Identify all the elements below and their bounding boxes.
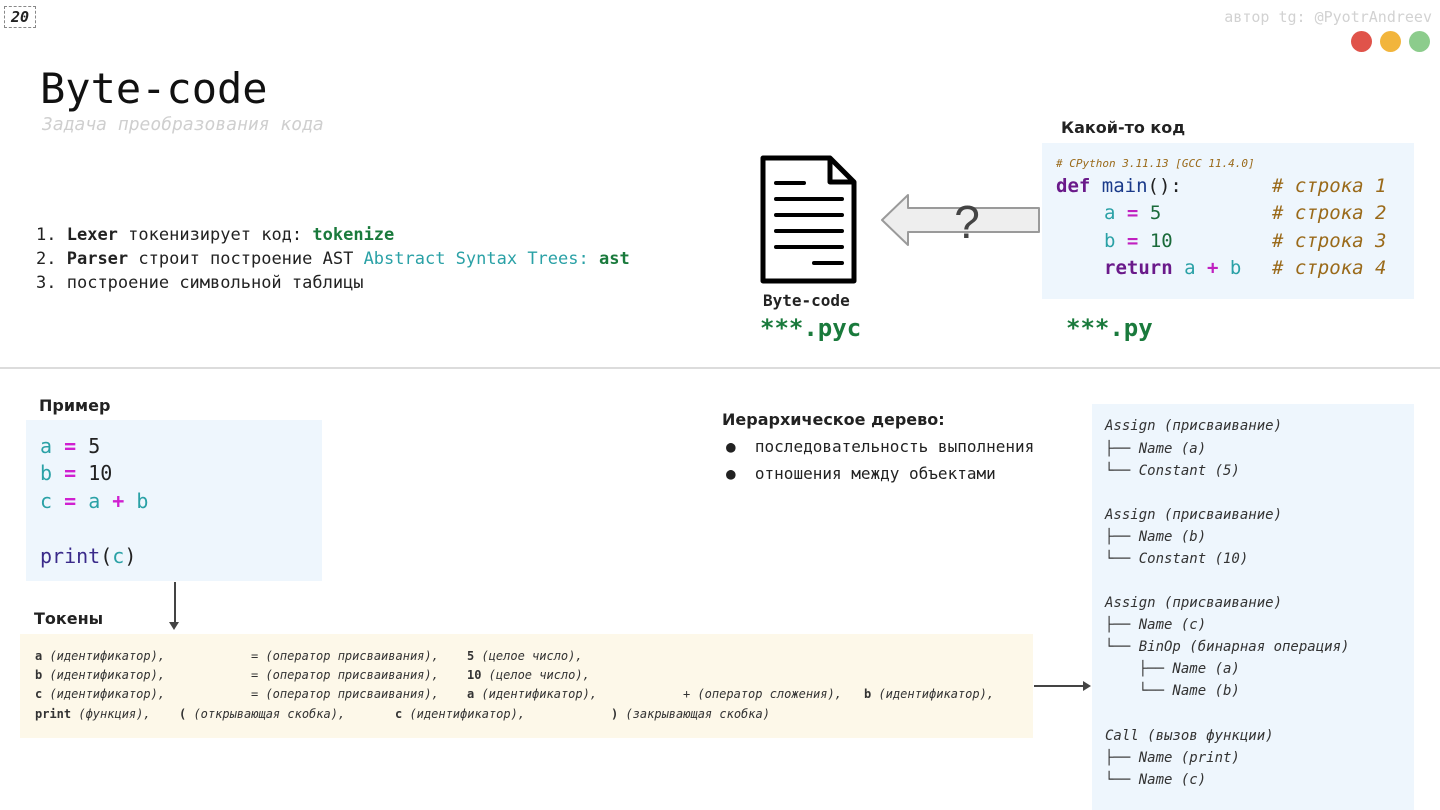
tokens-header: Токены (34, 609, 104, 628)
example-header: Пример (39, 396, 111, 415)
token-item: c (идентификатор), (395, 707, 526, 721)
token-item: ) (закрывающая скобка) (611, 707, 770, 721)
py-extension: ***.py (1066, 314, 1153, 342)
code-line: return a + b (1104, 257, 1242, 279)
hierarchy-header: Иерархическое дерево: (722, 410, 945, 429)
tree-node: Assign (присваивание) (1105, 507, 1283, 523)
tree-node: └── BinOp (бинарная операция) (1105, 639, 1350, 655)
tree-node: ├── Name (b) (1105, 529, 1207, 545)
code-comment: # строка 2 (1272, 202, 1387, 224)
question-mark: ? (954, 196, 980, 248)
step-item: 2. Parser строит построение AST Abstract… (36, 249, 630, 269)
hierarchy-item: ● отношения между объектами (726, 464, 996, 483)
example-line: print(c) (40, 544, 137, 568)
tree-node: ├── Name (a) (1105, 441, 1207, 457)
page-number: 20 (4, 6, 37, 28)
author-credit: автор tg: @PyotrAndreev (1224, 8, 1432, 26)
code-comment: # строка 4 (1272, 257, 1387, 279)
tree-node: Assign (присваивание) (1105, 595, 1283, 611)
code-header: Какой-то код (1061, 118, 1186, 137)
code-comment: # строка 1 (1272, 175, 1387, 197)
token-item: a (идентификатор), (35, 649, 166, 663)
tree-node: ├── Name (print) (1105, 750, 1240, 766)
tree-node: └── Name (c) (1105, 772, 1207, 788)
example-line: c = a + b (40, 489, 149, 513)
document-icon (760, 155, 857, 284)
tree-node: ├── Name (a) (1105, 661, 1240, 677)
code-version: # CPython 3.11.13 [GCC 11.4.0] (1056, 157, 1255, 170)
tree-node: Call (вызов функции) (1105, 728, 1274, 744)
steps-list: 1. Lexer токенизирует код: tokenize 2. P… (36, 223, 630, 295)
tree-node: └── Constant (10) (1105, 551, 1249, 567)
code-line: def main(): (1056, 175, 1182, 197)
hierarchy-item: ● последовательность выполнения (726, 437, 1035, 456)
token-item: print (функция), (35, 707, 151, 721)
green-dot (1409, 31, 1430, 52)
section-divider (0, 367, 1440, 369)
token-item: = (оператор присваивания), (251, 687, 439, 701)
tree-node: └── Constant (5) (1105, 463, 1240, 479)
pyc-extension: ***.pyc (760, 314, 862, 342)
ast-link[interactable]: Abstract Syntax Trees (364, 249, 579, 269)
code-line: a = 5 (1104, 202, 1162, 224)
code-comment: # строка 3 (1272, 230, 1387, 252)
down-arrow-head (169, 622, 179, 630)
right-arrow-head (1083, 681, 1091, 691)
tree-node: └── Name (b) (1105, 683, 1240, 699)
page-subtitle: Задача преобразования кода (42, 114, 324, 135)
example-line: a = 5 (40, 434, 101, 458)
token-item: = (оператор присваивания), (251, 649, 439, 663)
token-item: b (идентификатор), (864, 687, 995, 701)
step-item: 3. построение символьной таблицы (36, 273, 364, 293)
token-item: ( (открывающая скобка), (179, 707, 346, 721)
token-item: = (оператор присваивания), (251, 668, 439, 682)
window-dots (1351, 31, 1430, 52)
down-arrow-line (174, 582, 176, 626)
token-item: a (идентификатор), (467, 687, 598, 701)
yellow-dot (1380, 31, 1401, 52)
token-item: 10 (целое число), (467, 668, 590, 682)
tree-node: ├── Name (c) (1105, 617, 1207, 633)
bytecode-label: Byte-code (763, 291, 850, 310)
tree-node: Assign (присваивание) (1105, 418, 1283, 434)
example-line: b = 10 (40, 461, 113, 485)
step-item: 1. Lexer токенизирует код: tokenize (36, 225, 395, 245)
right-arrow-line (1034, 685, 1084, 687)
token-item: + (оператор сложения), (683, 687, 842, 701)
code-line: b = 10 (1104, 230, 1173, 252)
token-item: b (идентификатор), (35, 668, 166, 682)
left-arrow-icon: ? (881, 194, 1040, 248)
token-item: 5 (целое число), (467, 649, 583, 663)
red-dot (1351, 31, 1372, 52)
token-item: c (идентификатор), (35, 687, 166, 701)
page-title: Byte-code (40, 64, 268, 113)
